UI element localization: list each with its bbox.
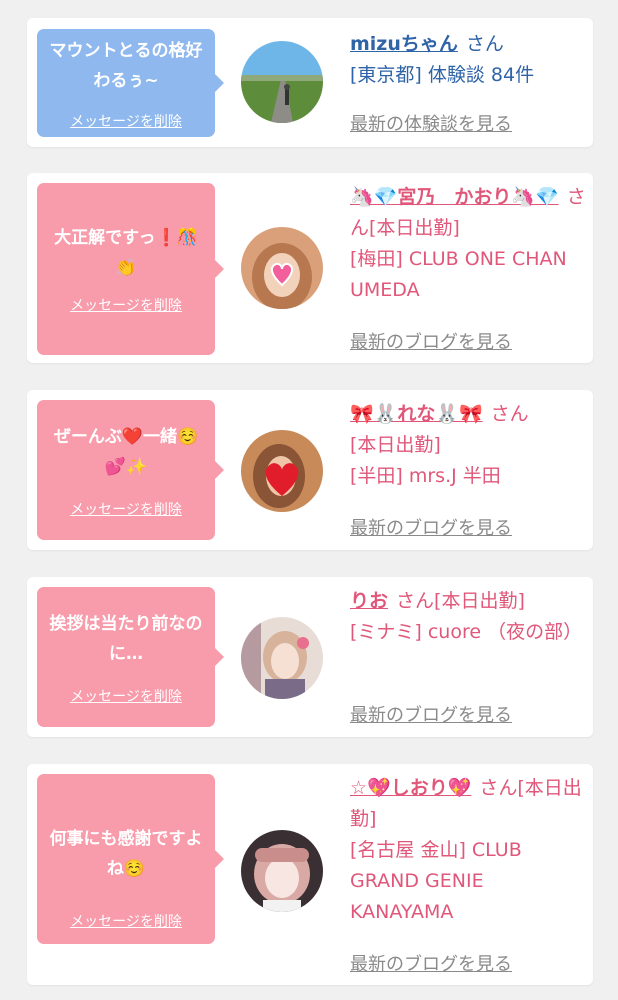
profile-info: りお さん[本日出勤] [ミナミ] cuore （夜の部） xyxy=(350,586,588,648)
delete-message-link[interactable]: メッセージを削除 xyxy=(37,686,215,706)
latest-blog-link[interactable]: 最新のブログを見る xyxy=(350,950,512,976)
honorific-label: さん xyxy=(490,403,529,425)
avatar[interactable] xyxy=(241,430,323,512)
message-text: 大正解ですっ❗️🎊👏 xyxy=(54,228,198,278)
status-label: [本日出勤] xyxy=(369,217,460,239)
message-card: 何事にも感謝ですよね☺️ メッセージを削除 ☆💖しおり💖 さん[本日出勤] [名古… xyxy=(27,764,593,985)
honorific-label: さん xyxy=(465,33,504,55)
message-text: ぜーんぶ❤️一緒☺️💕✨ xyxy=(53,427,199,477)
shop-label: [名古屋 金山] CLUB GRAND GENIE KANAYAMA xyxy=(350,839,522,923)
avatar[interactable] xyxy=(241,830,323,912)
honorific-label: さん xyxy=(396,590,435,612)
profile-name-link[interactable]: 🦄💎宮乃 かおり🦄💎 xyxy=(350,186,559,208)
message-text: 挨拶は当たり前なのに… xyxy=(49,614,203,664)
shop-label: [東京都] 体験談 84件 xyxy=(350,64,535,86)
delete-message-link[interactable]: メッセージを削除 xyxy=(37,295,215,315)
message-text: 何事にも感謝ですよね☺️ xyxy=(49,829,203,879)
avatar[interactable] xyxy=(241,617,323,699)
message-text: マウントとるの格好わるぅ~ xyxy=(49,41,203,91)
profile-name-link[interactable]: ☆💖しおり💖 xyxy=(350,777,471,799)
message-card: ぜーんぶ❤️一緒☺️💕✨ メッセージを削除 🎀🐰れな🐰🎀 さん [本日出勤] [半… xyxy=(27,390,593,550)
avatar[interactable] xyxy=(241,227,323,309)
profile-info: 🦄💎宮乃 かおり🦄💎 さん[本日出勤] [梅田] CLUB ONE CHAN UM… xyxy=(350,182,588,306)
message-bubble: 挨拶は当たり前なのに… メッセージを削除 xyxy=(37,587,224,727)
message-card: マウントとるの格好わるぅ~ メッセージを削除 mizuちゃん さん [東京都] 体… xyxy=(27,18,593,147)
profile-info: 🎀🐰れな🐰🎀 さん [本日出勤] [半田] mrs.J 半田 xyxy=(350,399,588,492)
message-bubble: 何事にも感謝ですよね☺️ メッセージを削除 xyxy=(37,774,224,944)
message-bubble: ぜーんぶ❤️一緒☺️💕✨ メッセージを削除 xyxy=(37,400,224,540)
latest-review-link[interactable]: 最新の体験談を見る xyxy=(350,110,512,136)
profile-info: mizuちゃん さん [東京都] 体験談 84件 xyxy=(350,29,588,91)
shop-label: [ミナミ] cuore （夜の部） xyxy=(350,621,583,643)
delete-message-link[interactable]: メッセージを削除 xyxy=(37,911,215,931)
avatar[interactable] xyxy=(241,41,323,123)
status-label: [本日出勤] xyxy=(434,590,525,612)
message-card: 挨拶は当たり前なのに… メッセージを削除 りお さん[本日出勤] [ミナミ] cu… xyxy=(27,577,593,737)
message-bubble: 大正解ですっ❗️🎊👏 メッセージを削除 xyxy=(37,183,224,355)
latest-blog-link[interactable]: 最新のブログを見る xyxy=(350,328,512,354)
honorific-label: さん xyxy=(479,777,518,799)
message-card: 大正解ですっ❗️🎊👏 メッセージを削除 🦄💎宮乃 かおり🦄💎 さん[本日出勤] [… xyxy=(27,173,593,363)
profile-name-link[interactable]: 🎀🐰れな🐰🎀 xyxy=(350,403,483,425)
delete-message-link[interactable]: メッセージを削除 xyxy=(37,111,215,131)
latest-blog-link[interactable]: 最新のブログを見る xyxy=(350,701,512,727)
profile-name-link[interactable]: mizuちゃん xyxy=(350,33,458,55)
profile-name-link[interactable]: りお xyxy=(350,590,388,612)
shop-label: [半田] mrs.J 半田 xyxy=(350,465,501,487)
shop-label: [梅田] CLUB ONE CHAN UMEDA xyxy=(350,248,567,301)
delete-message-link[interactable]: メッセージを削除 xyxy=(37,499,215,519)
profile-info: ☆💖しおり💖 さん[本日出勤] [名古屋 金山] CLUB GRAND GENIE… xyxy=(350,773,588,928)
status-label: [本日出勤] xyxy=(350,434,441,456)
message-bubble: マウントとるの格好わるぅ~ メッセージを削除 xyxy=(37,29,224,137)
message-list: マウントとるの格好わるぅ~ メッセージを削除 mizuちゃん さん [東京都] 体… xyxy=(0,0,618,1000)
latest-blog-link[interactable]: 最新のブログを見る xyxy=(350,514,512,540)
